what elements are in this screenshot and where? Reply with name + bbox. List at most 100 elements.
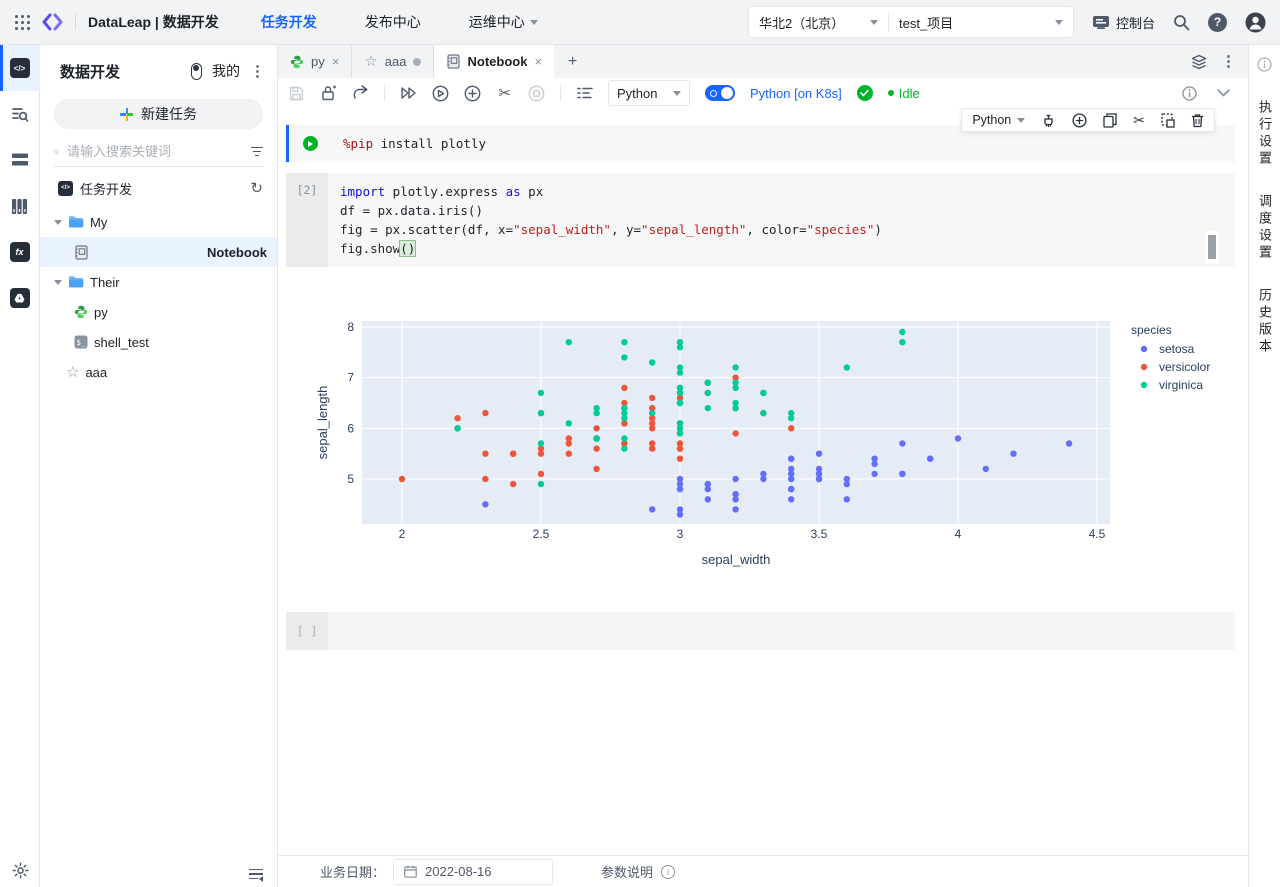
paste-cell-button[interactable]	[1161, 112, 1175, 128]
cell-code[interactable]	[328, 612, 1235, 650]
project-select[interactable]: test_项目	[889, 13, 1073, 32]
tab-aaa[interactable]: ☆ aaa	[352, 45, 435, 78]
layers-icon[interactable]	[1191, 54, 1207, 70]
legend-item-virginica[interactable]: virginica	[1140, 378, 1204, 392]
filter-icon[interactable]	[251, 146, 263, 157]
tree-item-my[interactable]: My	[40, 207, 277, 237]
caret-down-icon[interactable]	[54, 219, 62, 225]
tree-item-py[interactable]: py	[40, 297, 277, 327]
kebab-menu-icon[interactable]: ⋮	[1221, 54, 1236, 69]
console-button[interactable]: 控制台	[1092, 13, 1155, 32]
info-icon[interactable]: i	[661, 864, 676, 879]
rail-item-queue[interactable]	[0, 137, 40, 183]
tree-item-aaa[interactable]: ☆ aaa	[40, 357, 277, 387]
info-icon[interactable]	[1257, 57, 1272, 72]
new-task-button[interactable]: 新建任务	[54, 99, 263, 129]
svg-text:virginica: virginica	[1159, 378, 1203, 392]
empty-cell[interactable]: [ ]	[286, 612, 1235, 650]
unsaved-dot	[413, 57, 422, 66]
svg-text:setosa: setosa	[1159, 342, 1195, 356]
chevron-down-icon	[1017, 117, 1026, 123]
legend-item-versicolor[interactable]: versicolor	[1140, 360, 1211, 374]
app-grid-icon[interactable]	[14, 14, 31, 31]
nav-item[interactable]: 运维中心	[469, 12, 538, 32]
help-icon[interactable]: ?	[1208, 12, 1227, 32]
kernel-select[interactable]: Python	[608, 80, 690, 106]
clear-output-button[interactable]	[1041, 113, 1056, 128]
right-panel-tab[interactable]: 调度设置	[1255, 194, 1274, 262]
task-tree: My Notebook Their py $_ shell_test ☆ aaa	[40, 207, 277, 387]
notebook-toolbar: ✂ Python Python [on K8s] Idle	[278, 78, 1248, 108]
left-icon-rail: </> fx	[0, 45, 40, 887]
scrollbar-thumb[interactable]	[1208, 235, 1216, 259]
new-tab-button[interactable]: +	[554, 45, 591, 78]
chevron-down-icon	[869, 19, 878, 25]
legend-item-setosa[interactable]: setosa	[1140, 342, 1195, 356]
cell-scrollbar[interactable]	[1205, 231, 1219, 263]
rail-item-drive[interactable]	[0, 275, 40, 321]
app-title: DataLeap | 数据开发	[88, 14, 219, 30]
search-input[interactable]	[67, 144, 243, 159]
mine-toggle[interactable]	[191, 62, 202, 80]
collapse-sidebar-button[interactable]	[249, 868, 263, 881]
code-cell-2[interactable]: [2] import plotly.express as px df = px.d…	[286, 173, 1235, 267]
status-dot	[887, 90, 894, 96]
svg-text:2: 2	[399, 527, 406, 541]
rail-item-data-dev[interactable]: </>	[0, 45, 40, 91]
submit-publish-button[interactable]	[352, 85, 369, 102]
business-date-label: 业务日期：	[320, 865, 386, 880]
tree-item-their[interactable]: Their	[40, 267, 277, 297]
tree-item-shell_test[interactable]: $_ shell_test	[40, 327, 277, 357]
chevron-down-icon	[1054, 19, 1063, 25]
notebook-icon	[75, 244, 88, 260]
run-cell-button[interactable]	[432, 85, 449, 102]
svg-text:7: 7	[347, 371, 354, 385]
cell-kernel-select[interactable]: Python	[972, 113, 1026, 127]
add-cell-button[interactable]	[464, 85, 481, 102]
avatar[interactable]	[1245, 12, 1266, 33]
tab-notebook[interactable]: Notebook ×	[434, 45, 555, 78]
search-icon[interactable]	[1173, 14, 1190, 31]
outline-button[interactable]	[576, 85, 593, 102]
region-select[interactable]: 华北2（北京）	[749, 12, 889, 32]
stop-button[interactable]	[528, 85, 545, 102]
close-tab-icon[interactable]: ×	[332, 54, 340, 69]
cut-cell-button[interactable]: ✂	[1133, 112, 1145, 129]
rail-item-functions[interactable]: fx	[0, 229, 40, 275]
tree-item-label: py	[94, 304, 108, 320]
save-button[interactable]	[288, 85, 305, 102]
rail-item-resources[interactable]	[0, 183, 40, 229]
search-icon	[54, 149, 59, 154]
caret-down-icon[interactable]	[54, 279, 62, 285]
cell-toolbar: Python ✂	[961, 108, 1215, 132]
tab-py[interactable]: py ×	[278, 45, 353, 78]
right-panel-tab[interactable]: 历史版本	[1255, 288, 1274, 356]
cell-code[interactable]: import plotly.express as px df = px.data.…	[328, 173, 1235, 267]
kebab-menu-icon[interactable]: ⋮	[250, 64, 265, 79]
lock-button[interactable]	[320, 85, 337, 102]
k8s-toggle[interactable]	[705, 85, 735, 101]
delete-cell-button[interactable]	[1191, 113, 1204, 128]
close-tab-icon[interactable]: ×	[534, 54, 542, 69]
rail-item-settings[interactable]	[0, 862, 40, 879]
gear-icon	[11, 862, 29, 879]
business-date-input[interactable]: 2022-08-16	[393, 858, 554, 885]
nav-item[interactable]: 任务开发	[261, 12, 317, 32]
run-all-button[interactable]	[400, 85, 417, 102]
copy-cell-button[interactable]	[1103, 112, 1117, 128]
info-icon[interactable]	[1182, 85, 1197, 101]
folder-icon	[69, 216, 84, 228]
cut-cell-button[interactable]: ✂	[496, 85, 513, 102]
collapse-toolbar-icon[interactable]	[1217, 89, 1230, 97]
right-panel-tab[interactable]: 执行设置	[1255, 100, 1274, 168]
python-icon	[290, 55, 304, 68]
divider	[75, 14, 76, 30]
add-cell-button[interactable]	[1072, 112, 1087, 128]
tree-item-notebook[interactable]: Notebook	[40, 237, 277, 267]
cell-exec-count: [2]	[286, 173, 328, 267]
rail-item-explore[interactable]	[0, 91, 40, 137]
svg-text:2.5: 2.5	[533, 527, 550, 541]
cell-output-chart: 2 2.5 3 3.5 4 4.5 5 6 7 8 sepal_width sepal_length s…	[278, 309, 1248, 577]
refresh-icon[interactable]: ↻	[250, 179, 263, 197]
nav-item[interactable]: 发布中心	[365, 12, 421, 32]
